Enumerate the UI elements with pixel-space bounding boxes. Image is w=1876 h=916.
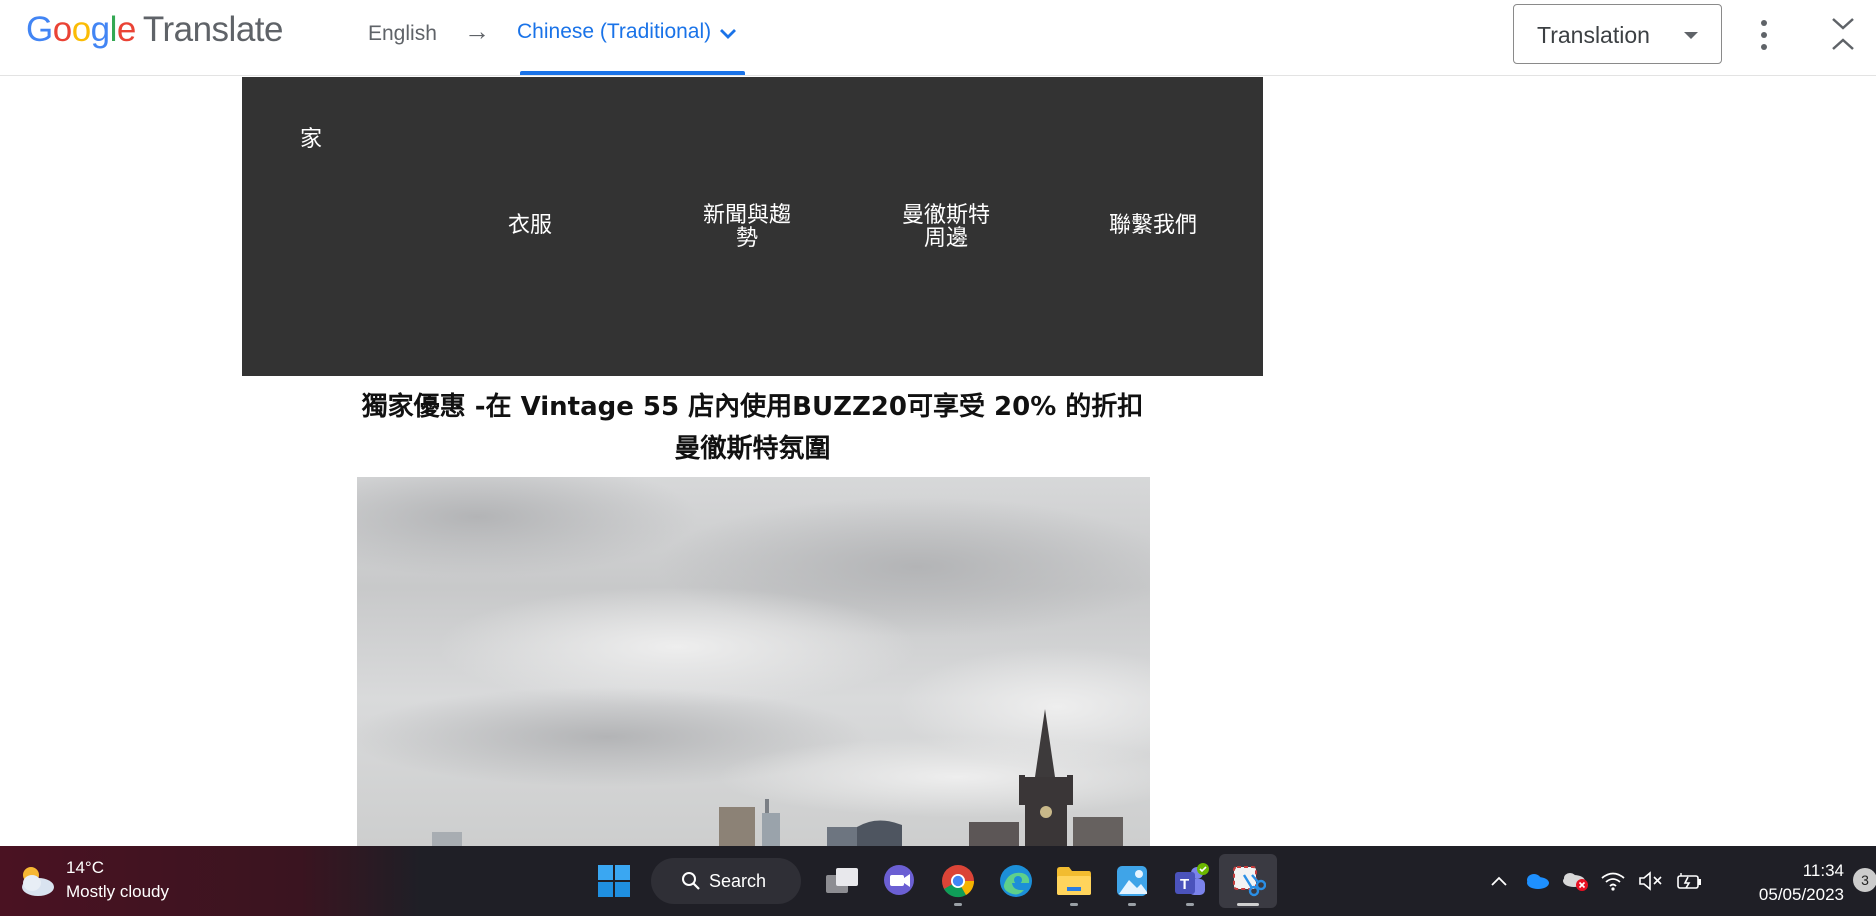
chevron-up-icon — [1491, 876, 1507, 886]
search-label: Search — [709, 870, 767, 891]
dropdown-caret-icon — [1684, 32, 1698, 39]
folder-icon — [1057, 867, 1091, 895]
nav-clothing-link[interactable]: 衣服 — [480, 213, 580, 236]
start-button[interactable] — [585, 854, 643, 908]
nav-news-label-line2: 勢 — [735, 225, 758, 250]
source-language-tab[interactable]: English — [368, 22, 437, 46]
target-language-tab[interactable]: Chinese (Traditional) — [517, 20, 737, 44]
target-language-label: Chinese (Traditional) — [517, 20, 712, 43]
volume-tray[interactable] — [1632, 861, 1670, 901]
battery-tray[interactable] — [1670, 861, 1708, 901]
windows-taskbar: 14°C Mostly cloudy Search T 11:34 05/05/… — [0, 846, 1876, 916]
teams-icon: T — [1175, 863, 1209, 895]
chrome-app[interactable] — [929, 854, 987, 908]
clock-date: 05/05/2023 — [1758, 885, 1844, 904]
running-indicator — [1070, 903, 1078, 906]
file-explorer-app[interactable] — [1045, 854, 1103, 908]
edge-app[interactable] — [987, 854, 1045, 908]
snipping-tool-icon — [1233, 866, 1266, 897]
task-view-button[interactable] — [813, 854, 871, 908]
more-options-button[interactable] — [1754, 14, 1774, 54]
clock-time: 11:34 — [1802, 861, 1844, 880]
weather-widget[interactable]: 14°C Mostly cloudy — [16, 856, 169, 904]
translation-mode-select[interactable]: Translation — [1513, 4, 1722, 64]
volume-muted-icon — [1639, 871, 1662, 891]
teams-app[interactable]: T — [1161, 854, 1219, 908]
nav-contact-link[interactable]: 聯繫我們 — [1093, 213, 1213, 236]
nav-around-label-line2: 周邊 — [923, 225, 968, 250]
mode-select-label: Translation — [1537, 22, 1650, 48]
arrow-right-icon: → — [464, 16, 490, 46]
collapse-icon — [1832, 18, 1854, 50]
cloud-error-icon — [1563, 873, 1588, 891]
active-tab-indicator — [520, 71, 745, 75]
promo-text: 獨家優惠 -在 Vintage 55 店內使用BUZZ20可享受 20% 的折扣 — [361, 392, 1144, 422]
nav-news-link[interactable]: 新聞與趨 勢 — [697, 203, 797, 249]
running-indicator — [1128, 903, 1136, 906]
search-icon — [682, 872, 700, 890]
taskbar-search-button[interactable]: Search — [651, 858, 801, 904]
chrome-icon — [942, 865, 975, 898]
wifi-tray[interactable] — [1594, 861, 1632, 901]
svg-text:T: T — [1180, 876, 1189, 893]
taskbar-clock[interactable]: 11:34 05/05/2023 — [1752, 859, 1844, 907]
more-vert-icon — [1761, 20, 1767, 26]
logo-letter: G — [26, 10, 53, 49]
more-vert-dot — [1761, 32, 1767, 38]
skyline-image — [357, 477, 1150, 846]
translate-toolbar: Google Translate English → Chinese (Tradi… — [0, 0, 1876, 76]
promo-banner: 獨家優惠 -在 Vintage 55 店內使用BUZZ20可享受 20% 的折扣… — [340, 386, 1165, 470]
active-indicator — [1237, 903, 1259, 906]
task-view-icon — [826, 868, 858, 893]
snipping-tool-app[interactable] — [1219, 854, 1277, 908]
system-tray — [1480, 854, 1708, 908]
photos-icon — [1117, 866, 1147, 896]
google-translate-logo[interactable]: Google Translate — [26, 10, 284, 50]
weather-condition: Mostly cloudy — [66, 882, 169, 901]
onedrive-tray[interactable] — [1518, 861, 1556, 901]
edge-icon — [1000, 865, 1032, 897]
site-navigation: 家 衣服 新聞與趨 勢 曼徹斯特 周邊 聯繫我們 — [242, 77, 1263, 376]
video-chat-icon — [884, 865, 914, 895]
logo-letter: g — [90, 10, 110, 49]
more-vert-dot — [1761, 44, 1767, 50]
notification-badge[interactable]: 3 — [1853, 868, 1876, 892]
nav-around-label-line1: 曼徹斯特 — [901, 202, 990, 227]
windows-logo-icon — [598, 865, 630, 897]
wifi-icon — [1601, 872, 1625, 891]
cloudy-weather-icon — [22, 867, 54, 896]
onedrive-cloud-icon — [1527, 874, 1549, 889]
hero-photo-manchester-skyline — [357, 477, 1150, 846]
logo-letter: o — [52, 10, 72, 49]
taskbar-apps: Search T — [585, 854, 1277, 908]
collapse-toolbar-button[interactable] — [1830, 16, 1856, 52]
nav-around-manchester-link[interactable]: 曼徹斯特 周邊 — [896, 203, 996, 249]
chevron-down-icon — [720, 28, 737, 39]
running-indicator — [1186, 903, 1194, 906]
logo-letter: e — [116, 10, 136, 49]
battery-charging-icon — [1677, 873, 1701, 889]
show-hidden-icons-button[interactable] — [1480, 861, 1518, 901]
nav-news-label-line1: 新聞與趨 — [702, 202, 791, 227]
weather-temperature: 14°C — [66, 858, 104, 877]
onedrive-error-tray[interactable] — [1556, 861, 1594, 901]
running-indicator — [954, 903, 962, 906]
photos-app[interactable] — [1103, 854, 1161, 908]
logo-letter: o — [71, 10, 91, 49]
teams-chat-app[interactable] — [871, 854, 929, 908]
logo-letter: l — [109, 10, 118, 49]
logo-product-name: Translate — [142, 10, 284, 49]
nav-home-link[interactable]: 家 — [300, 127, 322, 150]
site-tagline: 曼徹斯特氛圍 — [674, 434, 831, 464]
